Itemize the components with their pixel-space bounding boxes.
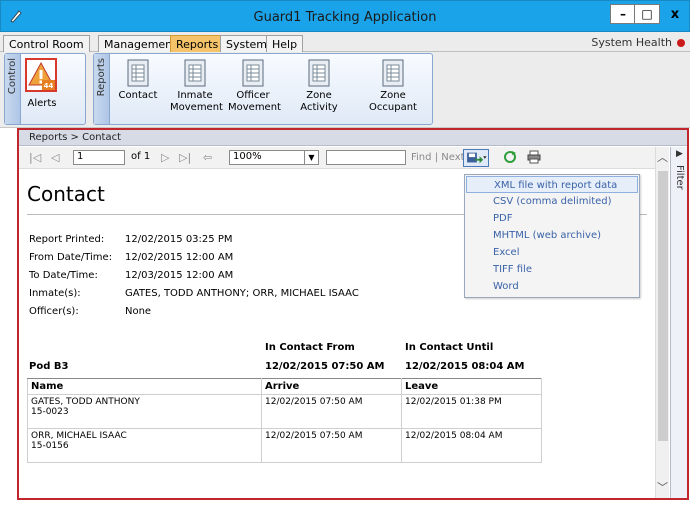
tab-help[interactable]: Help (266, 35, 304, 52)
export-mhtml-item[interactable]: MHTML (web archive) (466, 227, 638, 244)
arrive-cell: 12/02/2015 07:50 AM (261, 394, 402, 429)
filter-pane[interactable]: ▶ Filter (670, 147, 687, 498)
field-value: None (125, 306, 152, 317)
arrive-cell: 12/02/2015 07:50 AM (261, 428, 402, 463)
field-label: Inmate(s): (29, 288, 81, 299)
export-xml-item[interactable]: XML file with report data (466, 176, 638, 193)
scrollbar-thumb[interactable] (658, 171, 668, 441)
export-csv-item[interactable]: CSV (comma delimited) (466, 193, 638, 210)
zoom-select[interactable]: 100% ▼ (229, 150, 319, 165)
chevron-down-icon: ▼ (304, 151, 318, 164)
ribbon-group-control: Control 44 Alerts (4, 53, 86, 125)
inmate-name: GATES, TODD ANTHONY (31, 397, 140, 407)
table-header-row: Name Arrive Leave (27, 378, 542, 395)
breadcrumb: Reports > Contact (19, 130, 687, 146)
alerts-button[interactable]: 44 (25, 58, 57, 92)
close-button[interactable]: x (662, 4, 688, 24)
ribbon-group-label: Reports (94, 54, 110, 124)
field-label: To Date/Time: (29, 270, 98, 281)
in-contact-from-value: 12/02/2015 07:50 AM (265, 361, 385, 372)
column-header: Arrive (261, 378, 402, 395)
ribbon-group-label: Control (5, 54, 21, 124)
table-row: GATES, TODD ANTHONY 15-0023 12/02/2015 07… (27, 394, 542, 429)
field-label: Officer(s): (29, 306, 79, 317)
title-bar: Guard1 Tracking Application – □ x (0, 0, 690, 32)
field-value: 12/02/2015 12:00 AM (125, 252, 234, 263)
find-next-links: Find | Next (411, 152, 465, 163)
tab-reports[interactable]: Reports (170, 35, 225, 52)
last-page-button[interactable]: ▷| (179, 151, 191, 164)
chevron-right-icon[interactable]: ▶ (676, 149, 683, 159)
find-button[interactable]: Find (411, 152, 432, 163)
inmate-id: 15-0156 (31, 441, 69, 451)
print-icon[interactable] (527, 150, 541, 164)
page-number-input[interactable]: 1 (73, 150, 125, 165)
field-label: Report Printed: (29, 234, 105, 245)
refresh-icon[interactable] (503, 150, 517, 164)
leave-cell: 12/02/2015 01:38 PM (401, 394, 542, 429)
scroll-up-icon[interactable]: ︿ (657, 149, 668, 165)
export-word-item[interactable]: Word (466, 278, 638, 295)
report-sheet-icon (382, 59, 404, 87)
export-menu: XML file with report data CSV (comma del… (464, 174, 640, 298)
in-contact-from-header: In Contact From (265, 342, 355, 353)
pod-label: Pod B3 (29, 361, 69, 372)
system-health-indicator (677, 39, 685, 47)
field-value: GATES, TODD ANTHONY; ORR, MICHAEL ISAAC (125, 288, 359, 299)
window-title: Guard1 Tracking Application (253, 10, 437, 25)
system-health-label[interactable]: System Health (591, 36, 672, 49)
leave-cell: 12/02/2015 08:04 AM (401, 428, 542, 463)
inmate-name: ORR, MICHAEL ISAAC (31, 431, 127, 441)
alerts-label: Alerts (27, 98, 57, 109)
export-excel-item[interactable]: Excel (466, 244, 638, 261)
export-pdf-item[interactable]: PDF (466, 210, 638, 227)
column-header: Leave (401, 378, 542, 395)
contact-report-button[interactable]: Contact (116, 58, 160, 102)
inmate-id: 15-0023 (31, 407, 69, 417)
filter-label: Filter (674, 165, 685, 190)
back-button[interactable]: ⇦ (203, 151, 212, 164)
ribbon: Control 44 Alerts Reports Contact Inmate… (0, 52, 690, 128)
report-sheet-icon (308, 59, 330, 87)
alerts-count: 44 (44, 82, 54, 90)
find-input[interactable] (326, 150, 406, 165)
vertical-scrollbar[interactable]: ︿ ﹀ (655, 147, 669, 498)
report-title: Contact (27, 182, 105, 206)
zone-occupant-report-button[interactable]: Zone Occupant (358, 58, 428, 114)
report-sheet-icon (242, 59, 264, 87)
in-contact-until-value: 12/02/2015 08:04 AM (405, 361, 525, 372)
field-value: 12/02/2015 03:25 PM (125, 234, 233, 245)
page-count-label: of 1 (131, 151, 151, 162)
maximize-button[interactable]: □ (634, 4, 660, 24)
export-button[interactable] (463, 149, 489, 167)
tab-control-room[interactable]: Control Room (3, 35, 90, 52)
minimize-button[interactable]: – (610, 4, 636, 24)
alert-warning-icon: 44 (28, 61, 55, 90)
contact-table: Name Arrive Leave GATES, TODD ANTHONY 15-… (27, 378, 542, 463)
next-page-button[interactable]: ▷ (161, 151, 169, 164)
first-page-button[interactable]: |◁ (29, 151, 41, 164)
report-sheet-icon (127, 59, 149, 87)
table-row: ORR, MICHAEL ISAAC 15-0156 12/02/2015 07:… (27, 428, 542, 463)
menu-bar: Control Room Management Reports System H… (0, 32, 690, 52)
column-header: Name (27, 378, 262, 395)
field-label: From Date/Time: (29, 252, 113, 263)
in-contact-until-header: In Contact Until (405, 342, 494, 353)
report-toolbar: |◁ ◁ 1 of 1 ▷ ▷| ⇦ 100% ▼ Find | Next (19, 147, 655, 169)
officer-movement-report-button[interactable]: Officer Movement (228, 58, 281, 114)
inmate-movement-report-button[interactable]: Inmate Movement (170, 58, 223, 114)
scroll-down-icon[interactable]: ﹀ (657, 479, 668, 495)
previous-page-button[interactable]: ◁ (51, 151, 59, 164)
field-value: 12/03/2015 12:00 AM (125, 270, 234, 281)
export-disk-icon (467, 152, 487, 164)
report-sheet-icon (184, 59, 206, 87)
next-button[interactable]: Next (441, 152, 464, 163)
ribbon-group-reports: Reports Contact Inmate Movement Officer … (93, 53, 433, 125)
export-tiff-item[interactable]: TIFF file (466, 261, 638, 278)
zone-activity-report-button[interactable]: Zone Activity (288, 58, 350, 114)
